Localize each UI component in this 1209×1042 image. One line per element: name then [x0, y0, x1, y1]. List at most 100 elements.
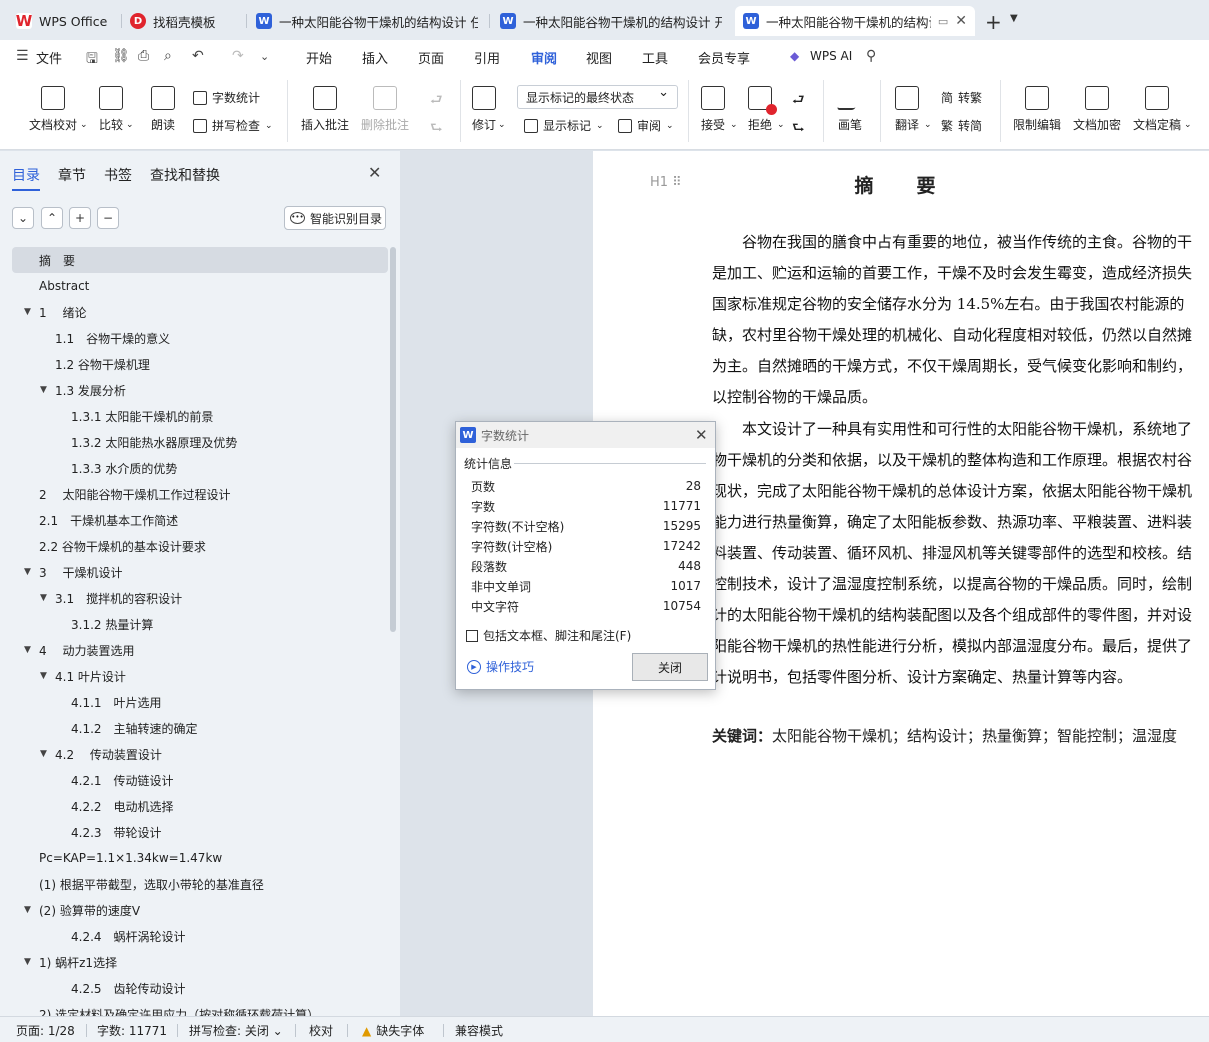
redo-icon[interactable]: ↷	[232, 48, 244, 64]
accept-button[interactable]: 接受	[701, 86, 725, 133]
revise-button[interactable]: 修订	[472, 86, 496, 133]
dialog-close-icon[interactable]: ✕	[695, 426, 708, 444]
toc-item[interactable]: ▼ 4 动力装置选用	[12, 637, 388, 663]
read-aloud-button[interactable]: 朗读	[151, 86, 175, 133]
new-tab-icon[interactable]: +	[985, 10, 1002, 34]
toc-item[interactable]: ▼ 1.3 发展分析	[12, 377, 388, 403]
previous-revision-icon[interactable]: ⮐	[792, 89, 805, 113]
pen-button[interactable]: 画笔	[836, 86, 864, 133]
compare-button[interactable]: 比较	[99, 86, 123, 133]
hamburger-icon[interactable]: ☰	[16, 48, 29, 64]
tab-document-1[interactable]: W 一种太阳能谷物干燥机的结构设计 任	[248, 6, 486, 36]
remove-heading-button[interactable]: −	[97, 207, 119, 229]
show-markup-button[interactable]: 显示标记 ⌄	[524, 117, 604, 134]
next-revision-icon[interactable]: ⮑	[792, 117, 805, 141]
print-preview-icon[interactable]: ⌕	[164, 48, 172, 64]
restrict-edit-button[interactable]: 限制编辑	[1013, 86, 1061, 133]
save-icon[interactable]: 🖫	[86, 48, 98, 72]
add-heading-button[interactable]: +	[69, 207, 91, 229]
checkbox-box[interactable]	[466, 629, 478, 642]
status-spell-check[interactable]: 拼写检查: 关闭 ⌄	[189, 1022, 283, 1039]
insert-comment-button[interactable]: 插入批注	[301, 86, 349, 133]
toc-item[interactable]: ▼ 3.1 搅拌机的容积设计	[12, 585, 388, 611]
undo-icon[interactable]: ↶	[192, 48, 204, 64]
toc-item[interactable]: 4.2.5 齿轮传动设计	[12, 975, 388, 1001]
toc-item[interactable]: 2 太阳能谷物干燥机工作过程设计	[12, 481, 388, 507]
reject-button[interactable]: 拒绝	[748, 86, 777, 133]
tab-document-active[interactable]: W 一种太阳能谷物干燥机的结构设计 ▭ ✕	[735, 6, 975, 36]
tab-document-2[interactable]: W 一种太阳能谷物干燥机的结构设计 开	[492, 6, 730, 36]
toc-item[interactable]: ▼ 4.1 叶片设计	[12, 663, 388, 689]
nav-tab-toc[interactable]: 目录	[12, 165, 40, 191]
spell-check-button[interactable]: 拼写检查 ⌄	[193, 117, 273, 134]
nav-tab-bookmarks[interactable]: 书签	[104, 165, 132, 185]
toc-item[interactable]: 1.3.3 水介质的优势	[12, 455, 388, 481]
toc-item[interactable]: ▼ 3 干燥机设计	[12, 559, 388, 585]
toc-item[interactable]: 2) 选定材料及确定许用应力（按对称循环载荷计算）	[12, 1001, 388, 1017]
toc-item[interactable]: 2.1 干燥机基本工作简述	[12, 507, 388, 533]
toc-item[interactable]: 1.3.1 太阳能干燥机的前景	[12, 403, 388, 429]
toc-item[interactable]: ▼ 4.2 传动装置设计	[12, 741, 388, 767]
delete-comment-button[interactable]: 删除批注	[361, 86, 409, 133]
toc-item[interactable]: (1) 根据平带截型，选取小带轮的基准直径	[12, 871, 388, 897]
toc-item[interactable]: ▼ 1 绪论	[12, 299, 388, 325]
toc-item[interactable]: 1.1 谷物干燥的意义	[12, 325, 388, 351]
expand-up-button[interactable]: ⌃	[41, 207, 63, 229]
nav-tab-chapters[interactable]: 章节	[58, 165, 86, 185]
menu-wps-ai[interactable]: WPS AI	[810, 49, 852, 63]
status-missing-font[interactable]: ▲ 缺失字体	[362, 1022, 424, 1039]
tips-link[interactable]: ▶ 操作技巧	[467, 658, 534, 675]
menu-insert[interactable]: 插入	[362, 48, 388, 67]
quick-access-more-icon[interactable]: ⌄	[260, 50, 269, 63]
close-tab-icon[interactable]: ✕	[955, 13, 967, 29]
expand-arrow-icon[interactable]: ▼	[24, 905, 31, 915]
menu-reference[interactable]: 引用	[474, 48, 500, 67]
link-icon[interactable]: ⛓	[112, 48, 130, 64]
expand-arrow-icon[interactable]: ▼	[40, 593, 47, 603]
toc-item[interactable]: 4.1.2 主轴转速的确定	[12, 715, 388, 741]
markup-state-select[interactable]: 显示标记的最终状态	[517, 85, 678, 109]
expand-arrow-icon[interactable]: ▼	[24, 567, 31, 577]
toc-item[interactable]: ▼ (2) 验算带的速度V	[12, 897, 388, 923]
word-count-button[interactable]: 字数统计	[193, 89, 260, 106]
toc-item[interactable]: 1.3.2 太阳能热水器原理及优势	[12, 429, 388, 455]
toc-item[interactable]: 1.2 谷物干燥机理	[12, 351, 388, 377]
encrypt-button[interactable]: 文档加密	[1073, 86, 1121, 133]
tab-wps-office[interactable]: W WPS Office	[8, 6, 118, 36]
include-textbox-checkbox[interactable]: 包括文本框、脚注和尾注(F)	[466, 627, 631, 644]
menu-home[interactable]: 开始	[306, 48, 332, 67]
toc-item[interactable]: 4.2.3 带轮设计	[12, 819, 388, 845]
previous-comment-icon[interactable]: ⮐	[430, 89, 443, 113]
to-traditional-button[interactable]: 简 转繁	[941, 89, 982, 106]
search-icon[interactable]: ⚲	[866, 48, 876, 64]
dialog-close-button[interactable]: 关闭	[632, 653, 708, 681]
smart-toc-button[interactable]: ••• 智能识别目录	[284, 206, 386, 230]
expand-arrow-icon[interactable]: ▼	[24, 645, 31, 655]
toc-item[interactable]: Abstract	[12, 273, 388, 299]
menu-review[interactable]: 审阅	[531, 48, 558, 74]
screen-icon[interactable]: ▭	[938, 15, 948, 28]
expand-arrow-icon[interactable]: ▼	[24, 957, 31, 967]
finalize-button[interactable]: 文档定稿	[1133, 86, 1181, 133]
doc-check-button[interactable]: 文档校对	[29, 86, 77, 133]
status-compat-mode[interactable]: 兼容模式	[455, 1022, 503, 1039]
expand-arrow-icon[interactable]: ▼	[40, 749, 47, 759]
toc-item[interactable]: ▼ 1) 蜗杆z1选择	[12, 949, 388, 975]
toc-item[interactable]: 4.2.4 蜗杆涡轮设计	[12, 923, 388, 949]
toc-item[interactable]: 4.1.1 叶片选用	[12, 689, 388, 715]
nav-tab-find-replace[interactable]: 查找和替换	[150, 165, 220, 185]
chevron-down-icon[interactable]: ▼	[1010, 13, 1018, 24]
dialog-titlebar[interactable]: W 字数统计	[456, 422, 715, 448]
toc-item[interactable]: Pc=KAP=1.1×1.34kw=1.47kw	[12, 845, 388, 871]
menu-tools[interactable]: 工具	[642, 48, 668, 67]
toc-item[interactable]: 摘 要	[12, 247, 388, 273]
nav-scrollbar[interactable]	[390, 247, 396, 632]
toc-item[interactable]: 4.2.1 传动链设计	[12, 767, 388, 793]
translate-button[interactable]: 翻译	[895, 86, 919, 133]
toc-item[interactable]: 3.1.2 热量计算	[12, 611, 388, 637]
review-pane-button[interactable]: 审阅 ⌄	[618, 117, 674, 134]
toc-item[interactable]: 4.2.2 电动机选择	[12, 793, 388, 819]
expand-arrow-icon[interactable]: ▼	[40, 385, 47, 395]
to-simplified-button[interactable]: 繁 转简	[941, 117, 982, 134]
expand-arrow-icon[interactable]: ▼	[40, 671, 47, 681]
